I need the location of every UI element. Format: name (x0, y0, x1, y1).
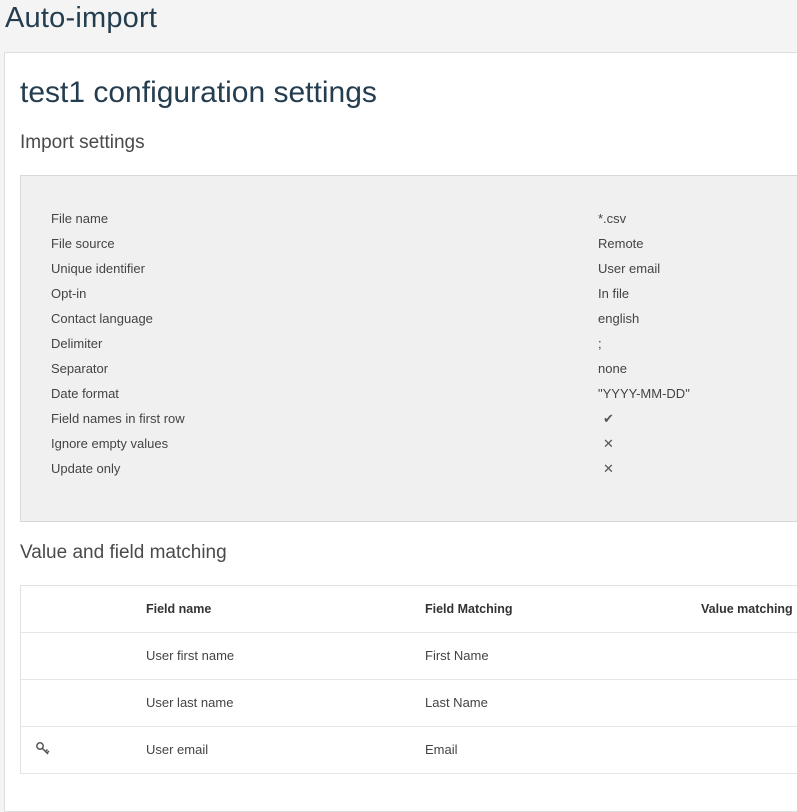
row-field-matching: Last Name (425, 695, 488, 710)
setting-label: Contact language (51, 311, 153, 326)
import-settings-title: Import settings (20, 132, 145, 153)
cross-icon: ✕ (603, 461, 614, 476)
checkmark-icon: ✔ (603, 411, 614, 426)
setting-ignore-empty-values: Ignore empty values ✕ (51, 436, 751, 461)
config-card: test1 configuration settings Import sett… (4, 52, 797, 812)
setting-unique-identifier: Unique identifier User email (51, 261, 751, 286)
setting-label: Separator (51, 361, 109, 376)
row-field-name: User email (146, 742, 209, 757)
setting-file-source: File source Remote (51, 236, 751, 261)
setting-separator: Separator none (51, 361, 751, 386)
setting-delimiter: Delimiter ; (51, 336, 751, 361)
setting-label: Unique identifier (51, 261, 145, 276)
setting-file-name: File name *.csv (51, 211, 751, 236)
table-row: User last name Last Name (21, 680, 797, 727)
page-title: Auto-import (5, 2, 158, 34)
header-field-name: Field name (146, 602, 212, 616)
table-header-row: Field name Field Matching Value matching (21, 586, 797, 633)
setting-label: File source (51, 236, 115, 251)
row-field-matching: Email (425, 742, 458, 757)
setting-value: english (598, 311, 640, 326)
cross-icon: ✕ (603, 436, 614, 451)
row-field-name: User last name (146, 695, 234, 710)
setting-field-names-first-row: Field names in first row ✔ (51, 411, 751, 436)
setting-opt-in: Opt-in In file (51, 286, 751, 311)
setting-label: Field names in first row (51, 411, 185, 426)
setting-label: Delimiter (51, 336, 103, 351)
setting-value: ; (598, 336, 602, 351)
table-row: User email Email (21, 727, 797, 774)
setting-label: Opt-in (51, 286, 87, 301)
row-field-matching: First Name (425, 648, 489, 663)
matching-table: Field name Field Matching Value matching… (20, 585, 797, 774)
setting-date-format: Date format "YYYY-MM-DD" (51, 386, 751, 411)
setting-value: "YYYY-MM-DD" (598, 386, 690, 401)
setting-update-only: Update only ✕ (51, 461, 751, 486)
setting-contact-language: Contact language english (51, 311, 751, 336)
setting-value: In file (598, 286, 630, 301)
table-row: User first name First Name (21, 633, 797, 680)
setting-value: *.csv (598, 211, 627, 226)
matching-title: Value and field matching (20, 542, 227, 563)
setting-value: none (598, 361, 627, 376)
setting-label: Ignore empty values (51, 436, 169, 451)
setting-label: Update only (51, 461, 121, 476)
setting-value: User email (598, 261, 661, 276)
row-field-name: User first name (146, 648, 235, 663)
header-value-matching: Value matching (701, 602, 793, 616)
key-icon (35, 741, 51, 757)
setting-value: Remote (598, 236, 644, 251)
setting-label: File name (51, 211, 109, 226)
header-field-matching: Field Matching (425, 602, 513, 616)
config-title: test1 configuration settings (20, 76, 377, 109)
import-settings-panel: File name *.csv File source Remote Uniqu… (20, 175, 797, 522)
setting-label: Date format (51, 386, 119, 401)
